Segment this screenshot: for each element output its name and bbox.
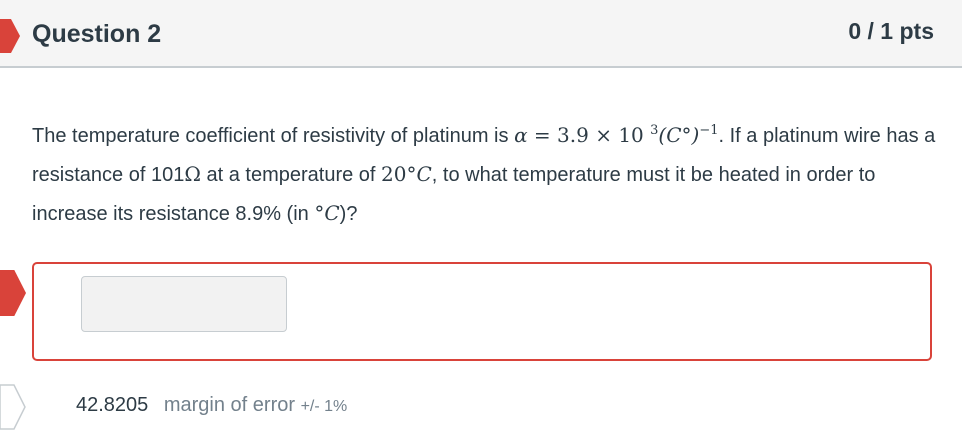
alpha-value: = 3.9 × 10 <box>527 123 651 147</box>
question-text: The temperature coefficient of resistivi… <box>32 112 937 233</box>
incorrect-flag-icon <box>0 19 20 53</box>
initial-temperature-unit: C <box>416 162 432 186</box>
question-text-seg3: at a temperature of <box>200 164 382 186</box>
question-title: Question 2 <box>32 20 162 48</box>
question-points: 0 / 1 pts <box>848 18 934 44</box>
margin-of-error-text: margin of error <box>163 394 296 416</box>
answer-input[interactable] <box>81 276 287 332</box>
celsius-unit: C <box>324 201 340 225</box>
margin-of-error-label: margin of error +/- 1% <box>164 394 347 416</box>
correct-answer-value: 42.8205 <box>76 394 149 416</box>
question-text-seg5: )? <box>339 203 358 225</box>
your-answer-incorrect-icon <box>0 270 26 316</box>
unit-celsius: (C°) <box>658 123 700 147</box>
margin-of-error-value: +/- 1% <box>300 398 348 415</box>
initial-temperature: 20° <box>381 162 417 186</box>
alpha-symbol: α <box>514 123 528 147</box>
correct-answer: 42.8205 margin of error +/- 1% <box>76 394 347 417</box>
ohm-symbol: Ω <box>184 162 201 186</box>
question-text-seg1: The temperature coefficient of resistivi… <box>32 125 515 147</box>
exponent-minus-1: −1 <box>699 123 719 138</box>
degree-symbol: ° <box>314 201 325 225</box>
correct-answer-arrow-icon <box>0 384 26 430</box>
answer-box <box>32 262 932 361</box>
question-header: Question 2 0 / 1 pts <box>0 0 962 68</box>
